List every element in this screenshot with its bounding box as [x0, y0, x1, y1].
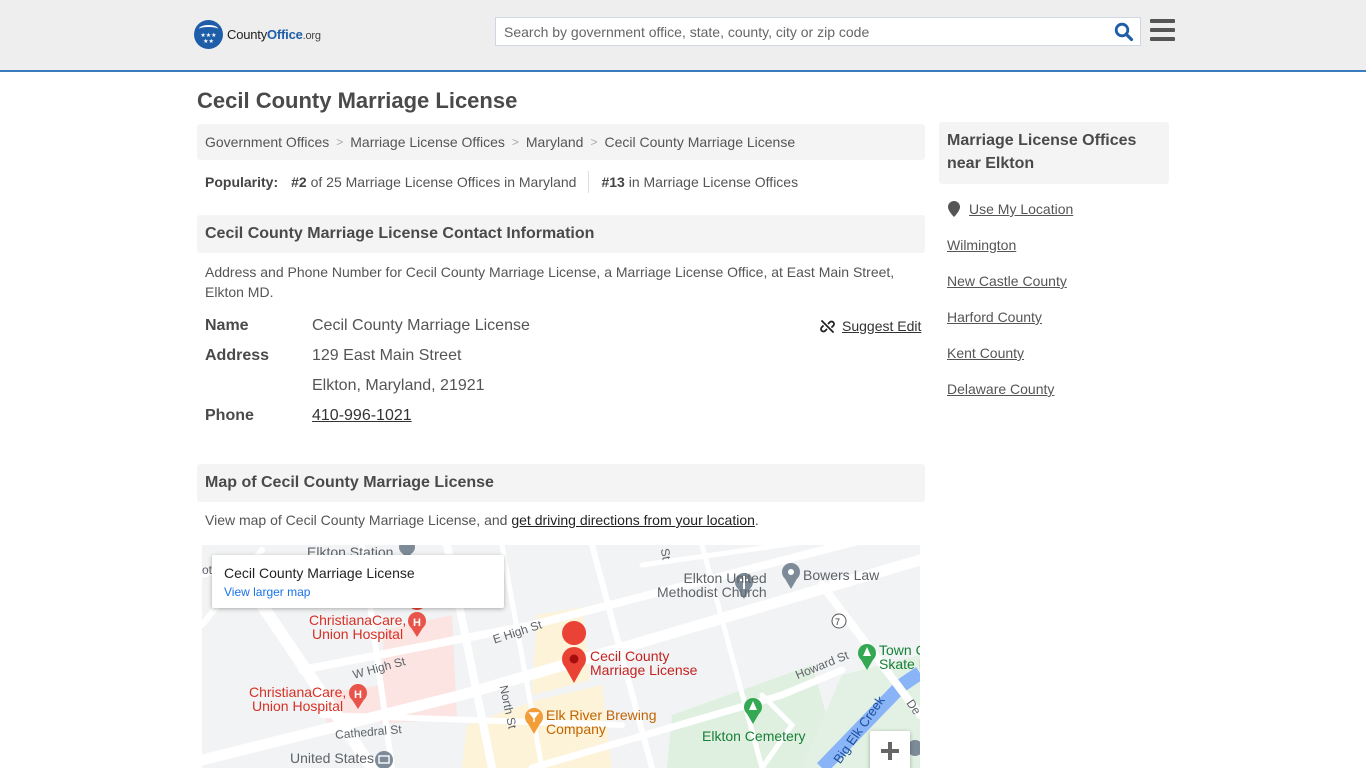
map-label-hospital-2: ChristianaCare, Union Hospital: [249, 684, 347, 714]
sidebar-heading: Marriage License Offices near Elkton: [939, 122, 1169, 184]
search-icon[interactable]: [1114, 22, 1134, 42]
sidebar-link-harford-county[interactable]: Harford County: [947, 309, 1042, 325]
suggest-edit-link[interactable]: Suggest Edit: [842, 318, 921, 334]
use-my-location-link[interactable]: Use My Location: [969, 201, 1073, 217]
map-label-marker: Cecil County Marriage License: [590, 648, 698, 678]
name-label: Name: [205, 317, 249, 334]
site-logo[interactable]: ★★★ ★★ CountyOffice.org: [194, 20, 321, 49]
name-value: Cecil County Marriage License: [312, 317, 530, 334]
page-title: Cecil County Marriage License: [197, 88, 518, 113]
hamburger-menu-icon[interactable]: [1150, 19, 1175, 41]
breadcrumb-separator: >: [590, 135, 598, 149]
breadcrumb-maryland[interactable]: Maryland: [526, 134, 584, 150]
name-row: Name Cecil County Marriage License: [205, 317, 530, 335]
map-label-hospital-1: ChristianaCare, Union Hospital: [309, 612, 407, 642]
bowers-law-pin: [782, 563, 800, 589]
sidebar-link-new-castle-county[interactable]: New Castle County: [947, 273, 1067, 289]
address-row: Address 129 East Main Street: [205, 347, 461, 365]
national-rank: #13: [601, 174, 625, 190]
map-label-brewing: Elk River Brewing Company: [546, 707, 657, 737]
phone-label: Phone: [205, 407, 254, 424]
national-rank-text: in Marriage License Offices: [628, 174, 799, 190]
breadcrumb-separator: >: [511, 135, 519, 149]
popularity-label: Popularity:: [205, 174, 279, 190]
map-pin-icon: [948, 201, 960, 217]
map-label-bowers-law: Bowers Law: [803, 567, 880, 583]
use-my-location: Use My Location: [948, 201, 1073, 217]
address-line1: 129 East Main Street: [312, 347, 462, 364]
logo-text: CountyOffice.org: [227, 27, 321, 42]
address-row-2: Elkton, Maryland, 21921: [205, 377, 485, 395]
contact-description: Address and Phone Number for Cecil Count…: [205, 264, 895, 300]
popularity-divider: [588, 171, 590, 193]
breadcrumb-marriage-license-offices[interactable]: Marriage License Offices: [350, 134, 505, 150]
breadcrumb: Government Offices > Marriage License Of…: [197, 124, 925, 160]
state-rank-text: of 25 Marriage License Offices in Maryla…: [310, 174, 577, 190]
map-label-usps: United States: [290, 750, 375, 766]
map-card-title: Cecil County Marriage License: [224, 565, 415, 581]
site-header: ★★★ ★★ CountyOffice.org: [0, 0, 1366, 72]
contact-section-heading: Cecil County Marriage License Contact In…: [197, 215, 925, 253]
park-pin: [858, 644, 876, 670]
map-label-town-skate: Town CSkate P: [879, 642, 920, 672]
sidebar-link-kent-county[interactable]: Kent County: [947, 345, 1024, 361]
map-description: View map of Cecil County Marriage Licens…: [205, 512, 759, 528]
embedded-map[interactable]: H H Elkton Station ot ChristianaCare, Uni…: [202, 545, 920, 768]
map-label-church: Elkton United Methodist Church: [657, 570, 767, 600]
state-rank: #2: [291, 174, 307, 190]
eagle-logo-icon: ★★★ ★★: [194, 20, 223, 49]
map-label-st: St: [657, 547, 674, 561]
breadcrumb-government-offices[interactable]: Government Offices: [205, 134, 329, 150]
breadcrumb-separator: >: [336, 135, 344, 149]
map-label-route: 7: [835, 617, 841, 627]
sidebar-link-delaware-county[interactable]: Delaware County: [947, 381, 1054, 397]
breadcrumb-current: Cecil County Marriage License: [604, 134, 796, 150]
view-larger-map-link[interactable]: View larger map: [224, 585, 492, 599]
zoom-in-button[interactable]: [870, 731, 910, 768]
map-section-heading: Map of Cecil County Marriage License: [197, 464, 925, 502]
broken-link-icon: [820, 319, 835, 333]
search-box: [495, 17, 1141, 46]
phone-link[interactable]: 410-996-1021: [312, 407, 412, 424]
svg-text:H: H: [413, 617, 421, 629]
popularity-bar: Popularity: #2 of 25 Marriage License Of…: [205, 171, 799, 193]
phone-row: Phone 410-996-1021: [205, 407, 412, 425]
address-line2: Elkton, Maryland, 21921: [312, 377, 485, 394]
address-label: Address: [205, 347, 270, 364]
suggest-edit: Suggest Edit: [820, 318, 921, 334]
map-label-ot: ot: [202, 563, 213, 577]
search-input[interactable]: [496, 18, 1096, 45]
svg-text:H: H: [354, 689, 362, 701]
map-label-cemetery: Elkton Cemetery: [702, 728, 806, 744]
sidebar-link-wilmington[interactable]: Wilmington: [947, 237, 1016, 253]
driving-directions-link[interactable]: get driving directions from your locatio…: [511, 512, 755, 528]
map-info-card: Cecil County Marriage License View large…: [212, 555, 504, 608]
